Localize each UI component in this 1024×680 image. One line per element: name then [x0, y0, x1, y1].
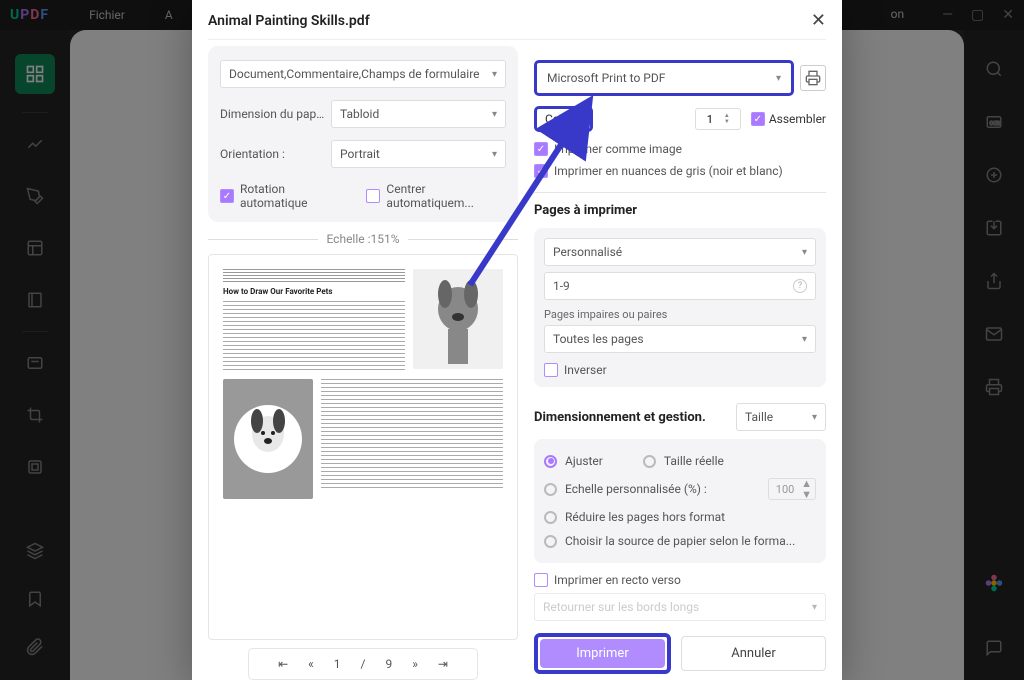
- right-toolbar: OCR: [964, 30, 1024, 680]
- duplex-mode-select: Retourner sur les bords longs: [534, 593, 826, 621]
- menu-a[interactable]: A: [165, 8, 173, 22]
- page-icon[interactable]: [22, 287, 48, 313]
- copies-input[interactable]: [696, 113, 724, 126]
- pager-sep: /: [355, 655, 372, 673]
- redact-icon[interactable]: [22, 350, 48, 376]
- grayscale-label: Imprimer en nuances de gris (noir et bla…: [554, 164, 783, 178]
- copies-label: Copies: [545, 112, 582, 126]
- actual-size-label: Taille réelle: [664, 454, 724, 468]
- auto-center-checkbox[interactable]: [366, 189, 380, 203]
- ocr-icon[interactable]: OCR: [985, 113, 1003, 136]
- reverse-label: Inverser: [564, 363, 607, 377]
- page-navigator: ⇤ « 1 / 9 » ⇥: [248, 648, 478, 680]
- duplex-checkbox[interactable]: [534, 573, 548, 587]
- scale-label: Echelle :151%: [326, 232, 399, 246]
- ai-flower-icon[interactable]: [983, 572, 1005, 599]
- form-icon[interactable]: [22, 235, 48, 261]
- close-icon[interactable]: ✕: [811, 10, 826, 31]
- page-range-input[interactable]: 1-9 ?: [544, 272, 816, 300]
- window-close-icon[interactable]: ✕: [1002, 7, 1014, 23]
- pager-next-icon[interactable]: »: [406, 655, 424, 673]
- pager-total: 9: [379, 655, 398, 673]
- compress-icon[interactable]: [22, 454, 48, 480]
- fit-label: Ajuster: [565, 454, 603, 468]
- custom-scale-label: Echelle personnalisée (%) :: [565, 482, 707, 496]
- sizing-mode-select[interactable]: Taille: [736, 403, 826, 431]
- pager-first-icon[interactable]: ⇤: [272, 655, 294, 673]
- layers-icon[interactable]: [22, 538, 48, 564]
- share-icon[interactable]: [985, 272, 1003, 295]
- fit-radio[interactable]: [544, 455, 557, 468]
- grayscale-checkbox[interactable]: [534, 164, 548, 178]
- shrink-label: Réduire les pages hors format: [565, 510, 725, 524]
- paper-size-label: Dimension du papi...: [220, 107, 325, 121]
- export-icon[interactable]: [985, 219, 1003, 242]
- dialog-title: Animal Painting Skills.pdf: [208, 13, 370, 29]
- thumbnails-icon[interactable]: [15, 54, 55, 94]
- menu-fichier[interactable]: Fichier: [89, 8, 125, 22]
- crop-icon[interactable]: [22, 402, 48, 428]
- auto-rotate-checkbox[interactable]: [220, 189, 234, 203]
- circle-plus-icon[interactable]: [985, 166, 1003, 189]
- print-button[interactable]: Imprimer: [540, 639, 665, 668]
- left-toolbar: [0, 30, 70, 680]
- content-type-select[interactable]: Document,Commentaire,Champs de formulair…: [220, 60, 506, 88]
- attachment-icon[interactable]: [22, 634, 48, 660]
- mail-icon[interactable]: [985, 325, 1003, 348]
- odd-even-label: Pages impaires ou paires: [544, 308, 816, 321]
- custom-scale-stepper[interactable]: 100 ▲▼: [768, 478, 816, 500]
- paper-source-label: Choisir la source de papier selon le for…: [565, 534, 795, 548]
- window-maximize-icon[interactable]: ▢: [971, 7, 984, 23]
- print-icon[interactable]: [985, 378, 1003, 401]
- printer-settings-icon[interactable]: [800, 65, 826, 91]
- pager-last-icon[interactable]: ⇥: [432, 655, 454, 673]
- print-as-image-checkbox[interactable]: [534, 142, 548, 156]
- reverse-checkbox[interactable]: [544, 363, 558, 377]
- app-logo: UPDF: [10, 7, 49, 23]
- paper-source-radio[interactable]: [544, 535, 557, 548]
- actual-size-radio[interactable]: [643, 455, 656, 468]
- orientation-label: Orientation :: [220, 147, 325, 161]
- print-dialog: Animal Painting Skills.pdf ✕ Document,Co…: [192, 0, 842, 680]
- pager-current: 1: [328, 655, 347, 673]
- highlight-icon[interactable]: [22, 131, 48, 157]
- window-minimize-icon[interactable]: ―: [942, 7, 953, 23]
- pages-section-title: Pages à imprimer: [534, 203, 826, 218]
- svg-text:OCR: OCR: [990, 121, 1001, 127]
- copies-stepper[interactable]: ▲▼: [695, 108, 741, 130]
- print-as-image-label: Imprimer comme image: [554, 142, 682, 156]
- auto-center-label: Centrer automatiquem...: [386, 182, 506, 210]
- assemble-checkbox[interactable]: [751, 112, 765, 126]
- search-icon[interactable]: [985, 60, 1003, 83]
- page-range-mode-select[interactable]: Personnalisé: [544, 238, 816, 266]
- help-icon[interactable]: ?: [793, 279, 807, 293]
- menu-on-suffix: on: [891, 7, 904, 23]
- shrink-radio[interactable]: [544, 511, 557, 524]
- bookmark-icon[interactable]: [22, 586, 48, 612]
- printer-select[interactable]: Microsoft Print to PDF: [539, 65, 789, 91]
- page-preview: How to Draw Our Favorite Pets: [208, 254, 518, 640]
- orientation-select[interactable]: Portrait: [331, 140, 506, 168]
- chat-icon[interactable]: [985, 639, 1003, 662]
- cancel-button[interactable]: Annuler: [681, 636, 826, 671]
- pen-icon[interactable]: [22, 183, 48, 209]
- sizing-section-title: Dimensionnement et gestion.: [534, 410, 706, 425]
- duplex-label: Imprimer en recto verso: [554, 573, 681, 587]
- pager-prev-icon[interactable]: «: [302, 655, 320, 673]
- odd-even-select[interactable]: Toutes les pages: [544, 325, 816, 353]
- auto-rotate-label: Rotation automatique: [240, 182, 346, 210]
- paper-size-select[interactable]: Tabloid: [331, 100, 506, 128]
- assemble-label: Assembler: [769, 112, 826, 126]
- custom-scale-radio[interactable]: [544, 483, 557, 496]
